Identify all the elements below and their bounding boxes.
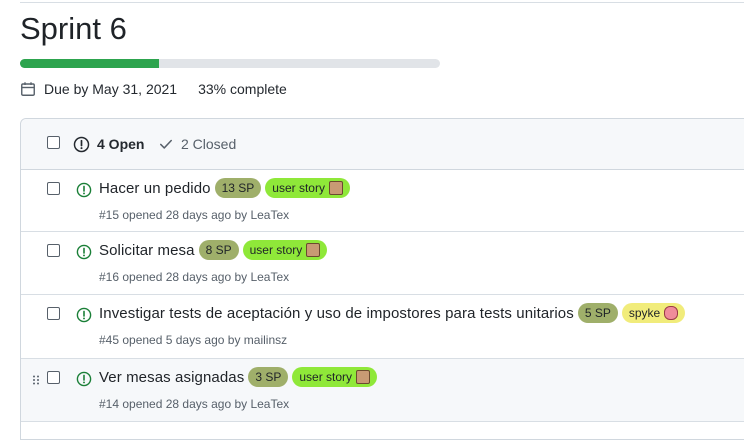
issue-row[interactable]: Ver mesas asignadas 3 SP user story #14 … <box>21 359 744 422</box>
label-text: spyke <box>628 306 661 320</box>
issue-title-link[interactable]: Ver mesas asignadas <box>99 369 244 386</box>
user-story-label[interactable]: user story <box>265 178 350 198</box>
issues-list-header: 4 Open 2 Closed <box>21 119 744 170</box>
issue-title-link[interactable]: Investigar tests de aceptación y uso de … <box>99 305 574 322</box>
brain-emoji-icon <box>664 306 679 320</box>
book-emoji-icon <box>328 181 343 195</box>
issue-row[interactable]: Solicitar mesa 8 SP user story #16 opene… <box>21 232 744 295</box>
story-points-label[interactable]: 8 SP <box>198 240 239 260</box>
issue-meta: #15 opened 28 days ago by LeaTex <box>99 208 290 222</box>
story-points-label[interactable]: 13 SP <box>214 178 262 198</box>
closed-count: 2 Closed <box>181 136 237 152</box>
issue-title-link[interactable]: Hacer un pedido <box>99 180 211 197</box>
label-text: user story <box>272 181 325 195</box>
user-story-label[interactable]: user story <box>242 240 328 260</box>
issue-open-status-icon <box>76 371 92 387</box>
issue-open-status-icon <box>76 244 92 260</box>
progress-bar-fill <box>20 59 159 68</box>
issue-opened-icon <box>73 136 90 152</box>
label-text: user story <box>249 243 303 257</box>
select-all-checkbox[interactable] <box>47 136 60 149</box>
milestone-title: Sprint 6 <box>20 11 127 46</box>
issue-open-status-icon <box>76 307 92 323</box>
issue-checkbox[interactable] <box>47 244 60 257</box>
issue-open-status-icon <box>76 182 92 198</box>
due-date: Due by May 31, 2021 <box>44 81 178 97</box>
story-points-label[interactable]: 3 SP <box>248 367 289 387</box>
open-count: 4 Open <box>97 136 145 152</box>
label-text: user story <box>299 370 353 384</box>
issue-checkbox[interactable] <box>47 371 60 384</box>
issue-checkbox[interactable] <box>47 307 60 320</box>
open-issues-tab[interactable]: 4 Open <box>73 135 144 153</box>
closed-issues-tab[interactable]: 2 Closed <box>159 135 236 153</box>
percent-complete: 33% complete <box>198 81 287 97</box>
issues-list: 4 Open 2 Closed Hacer un pedido 13 SP us… <box>20 118 744 440</box>
issue-row[interactable]: Investigar tests de aceptación y uso de … <box>21 295 744 359</box>
check-icon <box>160 139 172 149</box>
progress-bar <box>20 59 440 68</box>
book-emoji-icon <box>356 370 371 384</box>
story-points-label[interactable]: 5 SP <box>577 303 618 323</box>
drag-handle-icon[interactable] <box>32 375 40 385</box>
issue-title-link[interactable]: Solicitar mesa <box>99 242 195 259</box>
issue-meta: #16 opened 28 days ago by LeaTex <box>99 270 290 284</box>
issue-meta: #45 opened 5 days ago by mailinsz <box>99 333 288 347</box>
issue-checkbox[interactable] <box>47 182 60 195</box>
spyke-label[interactable]: spyke <box>621 303 686 323</box>
issue-row[interactable]: Hacer un pedido 13 SP user story #15 ope… <box>21 170 744 232</box>
issue-meta: #14 opened 28 days ago by LeaTex <box>99 397 290 411</box>
milestone-meta: Due by May 31, 2021 33% complete <box>20 80 287 98</box>
user-story-label[interactable]: user story <box>292 367 378 387</box>
book-emoji-icon <box>306 243 321 257</box>
calendar-icon <box>21 82 35 96</box>
top-divider <box>20 2 744 3</box>
